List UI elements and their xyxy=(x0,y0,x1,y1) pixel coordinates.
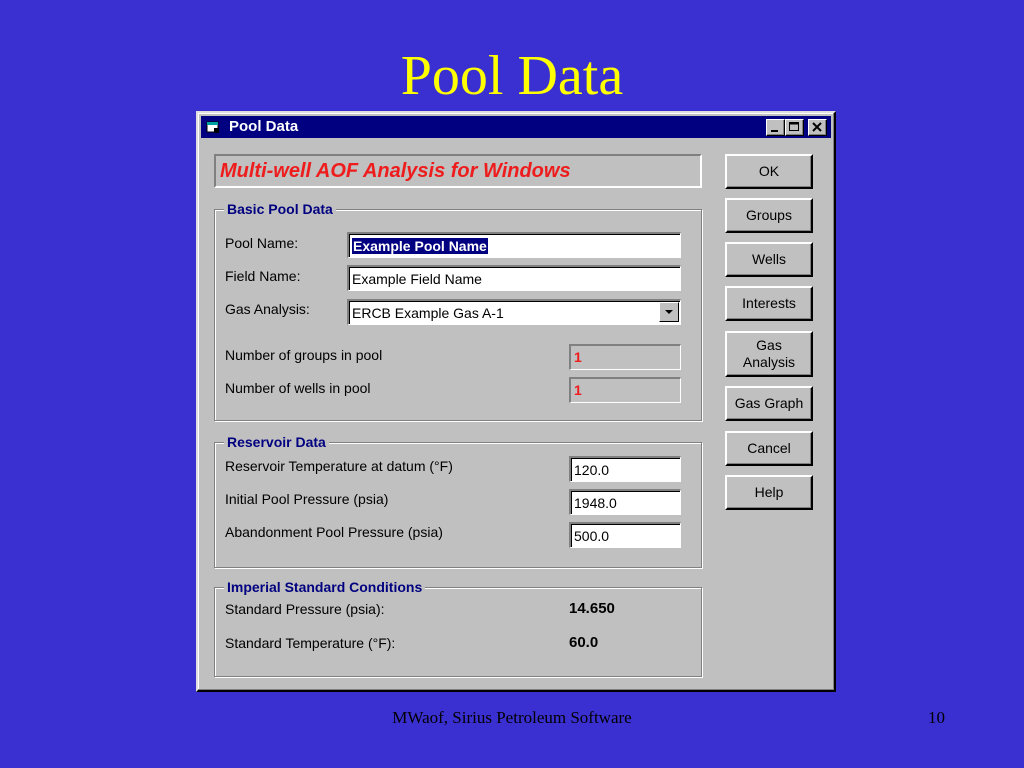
pool-name-label: Pool Name: xyxy=(225,235,299,251)
wells-count-label: Number of wells in pool xyxy=(225,380,371,396)
ok-button[interactable]: OK xyxy=(725,154,813,189)
reservoir-data-legend: Reservoir Data xyxy=(224,433,329,451)
standard-pressure-label: Standard Pressure (psia): xyxy=(225,601,385,617)
reservoir-temperature-field[interactable]: 120.0 xyxy=(569,456,681,482)
cancel-button-label: Cancel xyxy=(747,440,791,456)
standard-temperature-label: Standard Temperature (°F): xyxy=(225,635,396,651)
interests-button[interactable]: Interests xyxy=(725,286,813,321)
standard-temperature-value: 60.0 xyxy=(569,634,599,651)
imperial-conditions-group: Imperial Standard Conditions Standard Pr… xyxy=(214,578,702,677)
gas-analysis-button-label: Gas Analysis xyxy=(742,337,796,370)
gas-graph-button-label: Gas Graph xyxy=(734,395,804,411)
gas-analysis-label: Gas Analysis: xyxy=(225,301,310,317)
pool-data-window: Pool Data Multi-well AOF Analysis for Wi… xyxy=(196,111,836,692)
wells-count-value: 1 xyxy=(569,377,681,403)
app-window-icon xyxy=(206,120,220,134)
pool-name-value: Example Pool Name xyxy=(352,238,488,254)
slide-page-number: 10 xyxy=(928,708,945,727)
reservoir-temperature-label: Reservoir Temperature at datum (°F) xyxy=(225,458,453,474)
chevron-down-icon xyxy=(665,310,673,314)
standard-pressure-value: 14.650 xyxy=(569,600,615,617)
gas-analysis-button[interactable]: Gas Analysis xyxy=(725,331,813,377)
groups-count-value: 1 xyxy=(569,344,681,370)
slide-footer: MWaof, Sirius Petroleum Software xyxy=(392,708,632,727)
gas-analysis-value: ERCB Example Gas A-1 xyxy=(352,305,504,321)
initial-pressure-label: Initial Pool Pressure (psia) xyxy=(225,491,389,507)
wells-button[interactable]: Wells xyxy=(725,242,813,277)
minimize-button[interactable] xyxy=(766,119,785,136)
close-button[interactable] xyxy=(808,119,827,136)
groups-count-label: Number of groups in pool xyxy=(225,347,383,363)
dropdown-arrow-button[interactable] xyxy=(659,302,679,322)
field-name-label: Field Name: xyxy=(225,268,301,284)
imperial-conditions-legend: Imperial Standard Conditions xyxy=(224,578,426,596)
initial-pressure-field[interactable]: 1948.0 xyxy=(569,489,681,515)
maximize-button[interactable] xyxy=(785,119,804,136)
window-titlebar[interactable]: Pool Data xyxy=(201,116,831,138)
app-banner-text: Multi-well AOF Analysis for Windows xyxy=(220,160,571,182)
pool-name-field[interactable]: Example Pool Name xyxy=(347,232,681,258)
wells-button-label: Wells xyxy=(752,251,786,267)
minimize-icon xyxy=(771,130,778,132)
field-name-field[interactable]: Example Field Name xyxy=(347,265,681,291)
abandonment-pressure-label: Abandonment Pool Pressure (psia) xyxy=(225,524,443,540)
gas-analysis-select[interactable]: ERCB Example Gas A-1 xyxy=(347,299,681,325)
ok-button-label: OK xyxy=(758,163,780,179)
cancel-button[interactable]: Cancel xyxy=(725,431,813,466)
help-button[interactable]: Help xyxy=(725,475,813,510)
abandonment-pressure-field[interactable]: 500.0 xyxy=(569,522,681,548)
window-title: Pool Data xyxy=(229,118,299,135)
close-icon xyxy=(812,122,822,132)
interests-button-label: Interests xyxy=(742,295,796,311)
slide-title: Pool Data xyxy=(400,45,624,107)
basic-pool-data-legend: Basic Pool Data xyxy=(224,200,336,218)
groups-button[interactable]: Groups xyxy=(725,198,813,233)
app-banner: Multi-well AOF Analysis for Windows xyxy=(214,154,702,188)
groups-button-label: Groups xyxy=(746,207,792,223)
basic-pool-data-group: Basic Pool Data Pool Name: Example Pool … xyxy=(214,200,702,421)
help-button-label: Help xyxy=(754,484,784,500)
reservoir-data-group: Reservoir Data Reservoir Temperature at … xyxy=(214,433,702,568)
gas-graph-button[interactable]: Gas Graph xyxy=(725,386,813,421)
maximize-icon xyxy=(789,122,799,131)
